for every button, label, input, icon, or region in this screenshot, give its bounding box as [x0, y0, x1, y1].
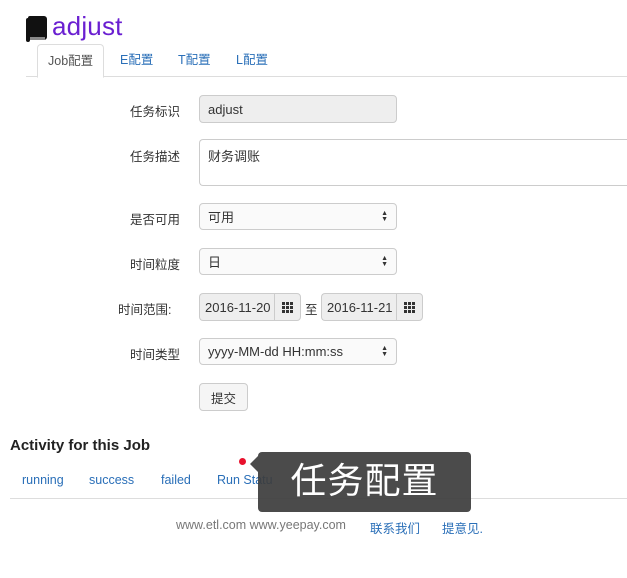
select-arrows-icon: ▲ ▼	[381, 254, 388, 268]
select-arrows-icon: ▲ ▼	[381, 344, 388, 358]
end-date-picker-button[interactable]	[396, 293, 423, 321]
footer-contact-link[interactable]: 联系我们	[370, 518, 420, 537]
cursor-indicator-dot	[239, 458, 246, 465]
time-type-label: 时间类型	[130, 348, 181, 362]
activity-title: Activity for this Job	[10, 437, 151, 454]
task-desc-label: 任务描述	[130, 150, 181, 164]
calendar-icon	[282, 301, 293, 313]
tooltip: 任务配置	[258, 452, 471, 512]
task-id-value: adjust	[208, 101, 243, 117]
tab-t-config[interactable]: T配置	[168, 44, 221, 77]
task-id-input[interactable]: adjust	[199, 95, 397, 123]
activity-link-failed[interactable]: failed	[161, 473, 191, 487]
page-header: adjust	[26, 8, 123, 44]
end-date-input[interactable]: 2016-11-21	[321, 293, 396, 321]
granularity-select[interactable]: 日 ▲ ▼	[199, 248, 397, 275]
start-date-picker-button[interactable]	[274, 293, 301, 321]
book-icon	[26, 16, 48, 42]
page-title: adjust	[52, 10, 123, 41]
footer-domains: www.etl.com www.yeepay.com	[176, 518, 346, 532]
activity-link-running[interactable]: running	[22, 473, 64, 487]
time-type-select[interactable]: yyyy-MM-dd HH:mm:ss ▲ ▼	[199, 338, 397, 365]
tab-job-config[interactable]: Job配置	[37, 44, 105, 78]
tab-bar: Job配置 E配置 T配置 L配置	[26, 44, 627, 78]
task-id-label: 任务标识	[130, 105, 181, 119]
granularity-label: 时间粒度	[130, 258, 181, 272]
submit-button[interactable]: 提交	[199, 383, 248, 411]
enabled-select[interactable]: 可用 ▲ ▼	[199, 203, 397, 230]
range-separator: 至	[305, 303, 318, 317]
start-date-input[interactable]: 2016-11-20	[199, 293, 274, 321]
time-type-value: yyyy-MM-dd HH:mm:ss	[208, 344, 344, 359]
time-range-label: 时间范围:	[118, 303, 172, 317]
tooltip-arrow	[250, 456, 258, 472]
task-desc-textarea[interactable]: 财务调账	[199, 139, 627, 186]
tab-e-config[interactable]: E配置	[110, 44, 163, 77]
tab-l-config[interactable]: L配置	[226, 44, 278, 77]
granularity-value: 日	[208, 255, 222, 270]
footer-feedback-link[interactable]: 提意见.	[442, 518, 483, 537]
task-desc-value: 财务调账	[208, 149, 261, 164]
activity-link-success[interactable]: success	[89, 473, 134, 487]
calendar-icon	[404, 301, 415, 313]
enabled-label: 是否可用	[130, 213, 181, 227]
end-date-value: 2016-11-21	[327, 299, 393, 315]
start-date-value: 2016-11-20	[205, 299, 271, 315]
enabled-value: 可用	[208, 210, 235, 225]
select-arrows-icon: ▲ ▼	[381, 209, 388, 223]
